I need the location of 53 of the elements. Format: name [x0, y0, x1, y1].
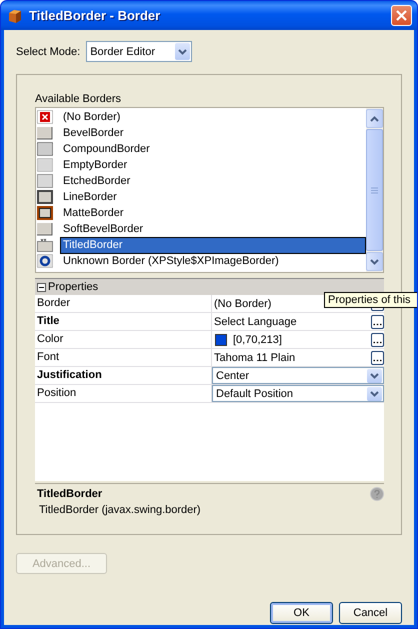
description-text: TitledBorder (javax.swing.border): [38, 504, 202, 516]
property-dropdown[interactable]: Default Position: [212, 385, 384, 402]
collapse-icon[interactable]: [37, 282, 46, 292]
border-list-item[interactable]: MatteBorder: [60, 204, 366, 222]
border-list-item[interactable]: SoftBevelBorder: [60, 220, 366, 238]
mode-dropdown[interactable]: Border Editor: [86, 41, 192, 62]
scroll-down-icon: [370, 258, 379, 264]
scroll-up-icon: [370, 116, 379, 122]
property-name: Font: [35, 349, 212, 366]
border-list-item[interactable]: EmptyBorder: [60, 156, 366, 174]
ellipsis-button[interactable]: [371, 332, 384, 346]
property-name: Title: [35, 313, 212, 330]
ellipsis-icon: [373, 322, 382, 326]
border-list-item[interactable]: LineBorder: [60, 188, 366, 206]
property-name: Color: [35, 331, 212, 348]
help-icon[interactable]: [370, 487, 384, 501]
border-type-icon: [37, 190, 53, 204]
border-list-item[interactable]: Unknown Border (XPStyle$XPImageBorder): [60, 252, 366, 270]
close-button[interactable]: [391, 5, 412, 26]
border-type-icon: [37, 238, 53, 252]
ellipsis-button[interactable]: [371, 314, 384, 328]
property-value[interactable]: Select Language: [214, 316, 371, 328]
ellipsis-icon: [373, 340, 382, 344]
border-type-icon: [37, 142, 53, 156]
description-title: TitledBorder: [37, 488, 102, 500]
ok-button[interactable]: OK: [270, 602, 333, 624]
border-type-icon: [37, 174, 53, 188]
ellipsis-button[interactable]: [371, 350, 384, 364]
ellipsis-icon: [373, 358, 382, 362]
close-icon: [396, 10, 407, 21]
border-type-icon: [37, 222, 53, 236]
border-type-icon: [37, 254, 53, 268]
border-type-icon: [37, 126, 53, 140]
border-list-item[interactable]: EtchedBorder: [60, 172, 366, 190]
grip-icon: [371, 186, 378, 194]
property-name: Border: [35, 295, 212, 312]
border-type-icon: [37, 158, 53, 172]
tooltip: Properties of this: [324, 292, 417, 308]
section-header: Properties: [48, 281, 98, 293]
border-list-item[interactable]: BevelBorder: [60, 124, 366, 142]
border-list-item[interactable]: CompoundBorder: [60, 140, 366, 158]
vertical-scrollbar[interactable]: [366, 108, 383, 272]
mode-label: Select Mode:: [16, 46, 80, 58]
app-icon: [7, 8, 23, 24]
cancel-button[interactable]: Cancel: [339, 602, 402, 624]
list-label: Available Borders: [35, 93, 122, 105]
border-list-item[interactable]: TitledBorder: [60, 236, 366, 254]
property-value[interactable]: [0,70,213]: [233, 334, 371, 346]
border-type-icon: [37, 206, 53, 220]
property-value[interactable]: Tahoma 11 Plain: [214, 352, 371, 364]
window-title: TitledBorder - Border: [29, 8, 162, 23]
border-list-item[interactable]: (No Border): [60, 108, 366, 126]
property-dropdown[interactable]: Center: [212, 367, 384, 384]
